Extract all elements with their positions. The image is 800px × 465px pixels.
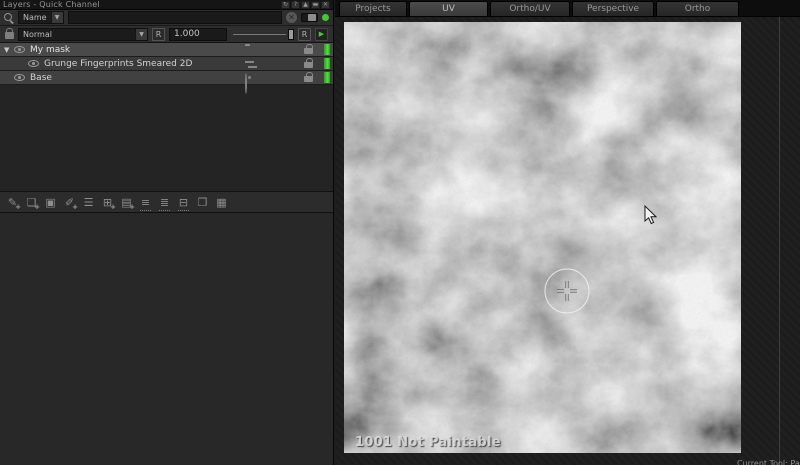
add-channel-layer-icon[interactable]: ❏+ — [23, 194, 40, 211]
layer-row-base[interactable]: Base — [0, 71, 333, 85]
cache-status-strip — [324, 72, 330, 83]
blend-amount-slider[interactable] — [231, 28, 294, 41]
layer-filter-row: Name ▼ ✕ — [0, 10, 333, 26]
visibility-eye-icon[interactable] — [14, 74, 25, 81]
duplicate-layer-icon[interactable]: ❐ — [194, 194, 211, 211]
lock-icon[interactable] — [304, 76, 313, 82]
layer-row-my-mask[interactable]: ▼ My mask — [0, 43, 333, 57]
chevron-down-icon: ▼ — [135, 29, 147, 40]
filter-field-label: Name — [19, 13, 51, 22]
layer-filter-input[interactable] — [68, 11, 282, 24]
layers-palette: Layers - Quick Channel ↻ ? ▲ ▬ ✕ Name ▼ … — [0, 0, 334, 465]
filter-toggle-knob — [308, 14, 316, 21]
layer-label: My mask — [30, 45, 70, 55]
uv-tile-1001[interactable]: 1001 Not Paintable — [344, 22, 741, 453]
tab-uv[interactable]: UV — [409, 1, 488, 16]
tab-projects[interactable]: Projects — [339, 1, 407, 16]
filter-toggle[interactable] — [301, 13, 318, 22]
pane-divider — [779, 17, 780, 465]
tab-ortho[interactable]: Ortho — [656, 1, 739, 16]
palette-titlebar[interactable]: Layers - Quick Channel ↻ ? ▲ ▬ ✕ — [0, 0, 333, 10]
add-graph-layer-icon[interactable]: ⊞+ — [99, 194, 116, 211]
collapse-icon[interactable]: ▲ — [301, 1, 310, 9]
cache-status-strip — [324, 44, 330, 55]
lock-icon[interactable] — [304, 48, 313, 54]
slider-track — [233, 34, 286, 35]
tab-ortho-uv[interactable]: Ortho/UV — [490, 1, 570, 16]
tile-status-label: 1001 Not Paintable — [355, 435, 501, 450]
layer-list: ▼ My mask Grunge Fingerprints Smeared 2D… — [0, 43, 333, 192]
layer-toolbar: ✎+ ❏+ ▣ ✐+ ☰ ⊞+ ▤+ ≡ ≣ ⊟ ❐ ▦ — [0, 192, 333, 213]
grunge-texture — [344, 22, 741, 453]
add-group-layer-icon[interactable]: ▤+ — [118, 194, 135, 211]
add-shared-layer-icon[interactable]: ▣ — [42, 194, 59, 211]
paint-layer-icon — [245, 74, 247, 93]
palette-empty-area — [0, 213, 333, 465]
palette-title: Layers - Quick Channel — [3, 0, 100, 10]
help-icon[interactable]: ? — [291, 1, 300, 9]
minimize-icon[interactable]: ▬ — [311, 1, 320, 9]
palette-titlebar-buttons: ↻ ? ▲ ▬ ✕ — [281, 1, 330, 9]
expand-arrow-icon[interactable]: ▼ — [4, 46, 14, 54]
uv-canvas[interactable]: 1001 Not Paintable Current Tool: Paint — [335, 17, 800, 465]
current-tool-status: Current Tool: Paint — [737, 459, 800, 465]
add-paint-layer-icon[interactable]: ✎+ — [4, 194, 21, 211]
blend-controls-row: Normal ▼ R 1.000 R ▶ — [0, 26, 333, 43]
lock-icon[interactable] — [304, 62, 313, 68]
slider-handle[interactable] — [288, 29, 294, 40]
blend-mode-select[interactable]: Normal ▼ — [18, 28, 148, 41]
ready-indicator-dot — [322, 14, 329, 21]
cache-status-strip — [324, 58, 330, 69]
clear-filter-icon[interactable]: ✕ — [286, 12, 297, 23]
blend-amount-field[interactable]: 1.000 — [169, 28, 227, 41]
visibility-eye-icon[interactable] — [28, 60, 39, 67]
viewport: Projects UV Ortho/UV Perspective Ortho — [335, 0, 800, 465]
layer-label: Base — [30, 73, 52, 83]
add-adjustment-layer-icon[interactable]: ☰ — [80, 194, 97, 211]
reset-blend-button[interactable]: R — [152, 28, 165, 41]
reset-amount-button[interactable]: R — [298, 28, 311, 41]
close-icon[interactable]: ✕ — [321, 1, 330, 9]
sync-icon[interactable]: ↻ — [281, 1, 290, 9]
chevron-down-icon: ▼ — [51, 12, 63, 23]
layer-label: Grunge Fingerprints Smeared 2D — [44, 59, 192, 69]
search-icon — [4, 13, 14, 23]
blend-mode-value: Normal — [19, 30, 135, 39]
merge-layers-icon[interactable]: ≡ — [137, 194, 154, 211]
add-procedural-layer-icon[interactable]: ✐+ — [61, 194, 78, 211]
blend-lock-icon[interactable] — [5, 32, 14, 39]
visibility-eye-icon[interactable] — [14, 46, 25, 53]
viewport-tabbar: Projects UV Ortho/UV Perspective Ortho — [335, 0, 800, 17]
layer-stack-view-icon[interactable]: ≣ — [156, 194, 173, 211]
layer-grid-view-icon[interactable]: ▦ — [213, 194, 230, 211]
application-window: Layers - Quick Channel ↻ ? ▲ ▬ ✕ Name ▼ … — [0, 0, 800, 465]
filter-field-dropdown[interactable]: Name ▼ — [18, 11, 64, 24]
apply-button[interactable]: ▶ — [315, 28, 328, 41]
layer-row-grunge-fingerprints[interactable]: Grunge Fingerprints Smeared 2D — [0, 57, 333, 71]
tab-perspective[interactable]: Perspective — [572, 1, 654, 16]
remove-layer-icon[interactable]: ⊟ — [175, 194, 192, 211]
